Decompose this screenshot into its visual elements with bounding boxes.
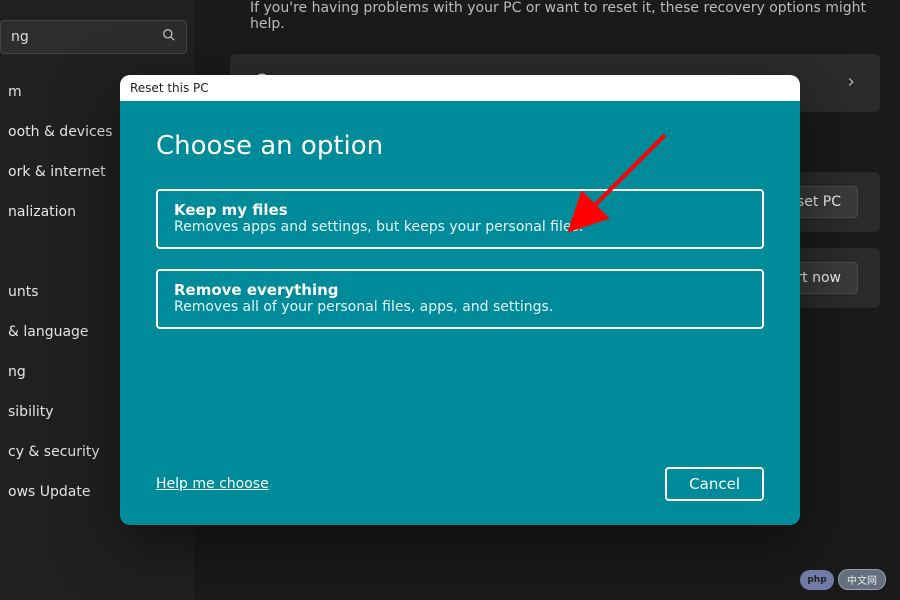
option-remove-everything[interactable]: Remove everything Removes all of your pe… [156,269,764,329]
help-me-choose-link[interactable]: Help me choose [156,476,269,492]
watermark-text: 中文网 [838,569,886,590]
reset-this-pc-modal: Reset this PC Choose an option Keep my f… [120,75,800,525]
option-desc: Removes apps and settings, but keeps you… [174,219,746,235]
php-logo-icon: php [800,570,834,590]
watermark: php 中文网 [800,569,886,590]
sidebar-item-label: unts [8,284,39,300]
sidebar-item-label: ork & internet [8,164,106,180]
chevron-right-icon [844,74,858,93]
modal-footer: Help me choose Cancel [156,467,764,501]
cancel-button[interactable]: Cancel [665,467,764,501]
sidebar-item-label: & language [8,324,89,340]
modal-body: Choose an option Keep my files Removes a… [120,101,800,525]
option-keep-my-files[interactable]: Keep my files Removes apps and settings,… [156,189,764,249]
sidebar-item-label: cy & security [8,444,100,460]
search-input[interactable]: ng [0,20,187,54]
sidebar-item-label: nalization [8,204,76,220]
search-icon [162,28,176,46]
recovery-description: If you're having problems with your PC o… [250,0,880,32]
sidebar-item-label: ows Update [8,484,90,500]
sidebar-item-label: m [8,84,22,100]
sidebar-item-label: ng [8,364,26,380]
search-text: ng [11,29,162,45]
option-title: Remove everything [174,281,746,299]
sidebar-item-label: ooth & devices [8,124,113,140]
option-title: Keep my files [174,201,746,219]
modal-titlebar: Reset this PC [120,75,800,101]
sidebar-item-label: sibility [8,404,54,420]
option-desc: Removes all of your personal files, apps… [174,299,746,315]
modal-heading: Choose an option [156,131,764,161]
